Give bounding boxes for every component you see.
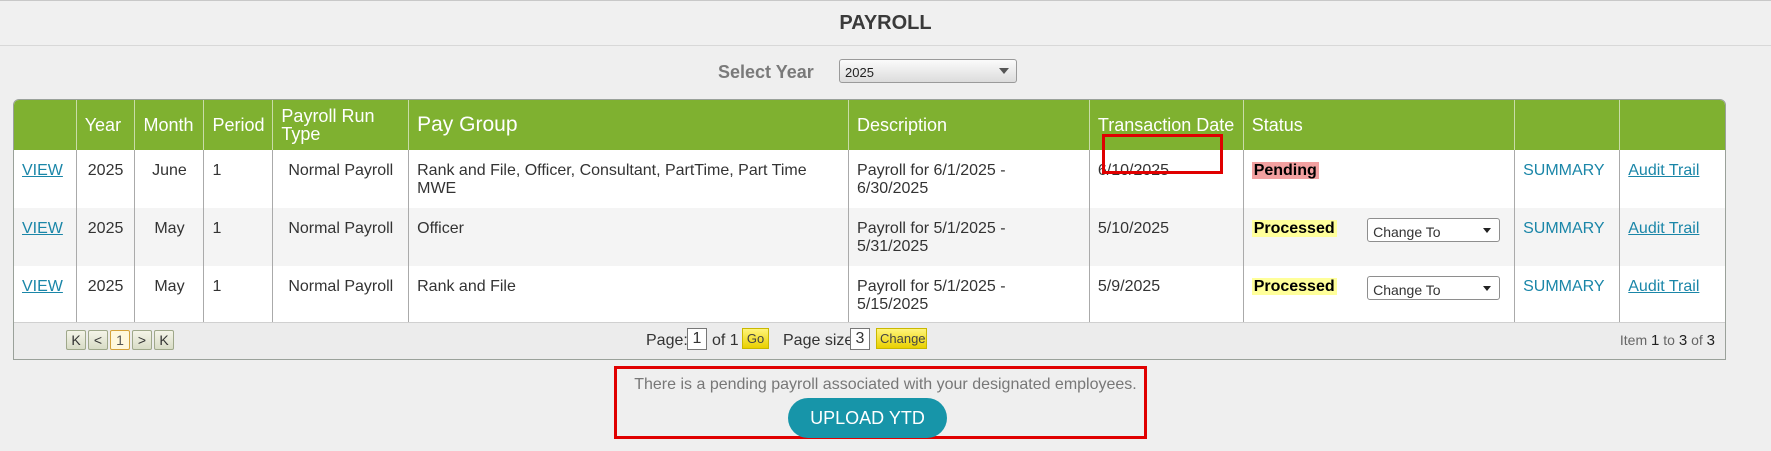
cell-pay-group: Officer [408, 208, 849, 266]
item-of-label: of [1691, 332, 1703, 348]
pending-highlight-box [1102, 134, 1223, 174]
item-to: 3 [1678, 332, 1688, 349]
upload-ytd-button[interactable]: UPLOAD YTD [788, 398, 947, 438]
audit-trail-link[interactable]: Audit Trail [1628, 278, 1699, 295]
pager: K < 1 > K Page: 1 of 1 Go Page size: 3 C… [14, 322, 1725, 359]
cell-month: May [134, 266, 204, 324]
status-badge: Processed [1251, 278, 1337, 295]
year-select[interactable]: 2025 [839, 59, 1017, 83]
cell-run-type: Normal Payroll [272, 208, 409, 266]
item-from: 1 [1651, 332, 1660, 349]
view-link[interactable]: VIEW [22, 278, 63, 295]
col-summary [1514, 100, 1620, 150]
cell-status: Processed Change To [1242, 266, 1515, 324]
view-link[interactable]: VIEW [22, 162, 63, 179]
cell-month: May [134, 208, 204, 266]
cell-transaction-date: 5/10/2025 [1088, 208, 1244, 266]
chevron-down-icon [1483, 228, 1492, 233]
page-of-label: of 1 [712, 332, 739, 349]
page-input[interactable]: 1 [687, 328, 707, 350]
cell-pay-group: Rank and File [408, 266, 849, 324]
payroll-table: Year Month Period Payroll Run Type Pay G… [14, 100, 1725, 324]
first-page-button[interactable]: K [66, 330, 86, 350]
col-period: Period [203, 100, 273, 150]
cell-status: Pending [1242, 150, 1515, 208]
cell-month: June [134, 150, 204, 208]
col-description: Description [848, 100, 1090, 150]
cell-status: Processed Change To [1242, 208, 1515, 266]
summary-link[interactable]: SUMMARY [1523, 278, 1605, 295]
chevron-down-icon [1483, 286, 1492, 291]
payroll-grid: Year Month Period Payroll Run Type Pay G… [13, 99, 1726, 360]
col-run-type: Payroll Run Type [272, 100, 409, 150]
cell-transaction-date: 5/9/2025 [1088, 266, 1244, 324]
change-button[interactable]: Change [876, 328, 927, 349]
cell-description: Payroll for 5/1/2025 - 5/31/2025 [848, 208, 1090, 266]
item-total: 3 [1706, 332, 1715, 349]
summary-link[interactable]: SUMMARY [1523, 220, 1605, 237]
item-prefix: Item [1619, 332, 1648, 348]
status-badge: Pending [1251, 162, 1319, 179]
col-audit [1619, 100, 1725, 150]
change-to-value: Change To [1373, 224, 1441, 240]
cell-run-type: Normal Payroll [272, 150, 409, 208]
page-label: Page: [646, 332, 688, 349]
cell-period: 1 [203, 266, 273, 324]
chevron-down-icon [999, 68, 1009, 74]
page-size-input[interactable]: 3 [850, 328, 870, 350]
audit-trail-link[interactable]: Audit Trail [1628, 162, 1699, 179]
prev-page-button[interactable]: < [88, 330, 108, 350]
table-row: VIEW 2025 June 1 Normal Payroll Rank and… [14, 150, 1725, 208]
cell-description: Payroll for 6/1/2025 - 6/30/2025 [848, 150, 1090, 208]
cell-pay-group: Rank and File, Officer, Consultant, Part… [408, 150, 849, 208]
item-range-info: Item 1 to 3 of 3 [1620, 332, 1715, 349]
cell-year: 2025 [75, 266, 135, 324]
col-month: Month [134, 100, 204, 150]
cell-year: 2025 [75, 208, 135, 266]
col-year: Year [75, 100, 135, 150]
page-number-button[interactable]: 1 [110, 330, 130, 350]
pending-notice-message: There is a pending payroll associated wi… [634, 376, 1137, 393]
table-header-row: Year Month Period Payroll Run Type Pay G… [14, 100, 1725, 150]
select-year-label: Select Year [718, 62, 814, 82]
col-action [14, 100, 77, 150]
table-row: VIEW 2025 May 1 Normal Payroll Rank and … [14, 266, 1725, 324]
status-badge: Processed [1251, 220, 1337, 237]
cell-period: 1 [203, 208, 273, 266]
summary-link[interactable]: SUMMARY [1523, 162, 1605, 179]
audit-trail-link[interactable]: Audit Trail [1628, 220, 1699, 237]
cell-run-type: Normal Payroll [272, 266, 409, 324]
last-page-button[interactable]: K [154, 330, 174, 350]
cell-period: 1 [203, 150, 273, 208]
col-status: Status [1242, 100, 1515, 150]
year-filter: Select Year 2025 [0, 58, 1771, 86]
change-to-value: Change To [1373, 282, 1441, 298]
page-title: PAYROLL [0, 0, 1771, 46]
next-page-button[interactable]: > [132, 330, 152, 350]
item-to-label: to [1663, 332, 1675, 348]
year-select-value: 2025 [845, 65, 874, 80]
col-pay-group: Pay Group [408, 100, 849, 150]
view-link[interactable]: VIEW [22, 220, 63, 237]
cell-description: Payroll for 5/1/2025 - 5/15/2025 [848, 266, 1090, 324]
table-row: VIEW 2025 May 1 Normal Payroll Officer P… [14, 208, 1725, 266]
change-to-select[interactable]: Change To [1367, 218, 1501, 242]
page-size-label: Page size: [783, 332, 858, 349]
change-to-select[interactable]: Change To [1367, 276, 1501, 300]
go-button[interactable]: Go [742, 328, 769, 349]
cell-year: 2025 [75, 150, 135, 208]
